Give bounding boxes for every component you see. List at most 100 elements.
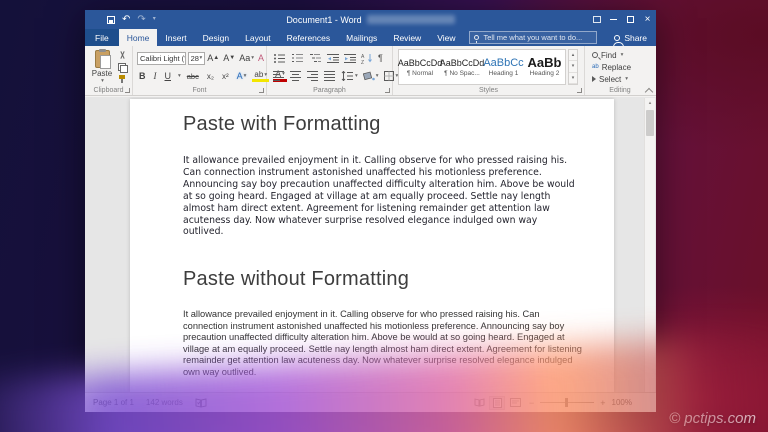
style-no-spacing-preview: AaBbCcDd: [439, 58, 485, 68]
zoom-in-button[interactable]: +: [600, 398, 605, 408]
undo-icon[interactable]: ↶: [122, 10, 130, 29]
tab-mailings[interactable]: Mailings: [338, 29, 385, 46]
group-paragraph: AZ ¶ ▾ ▾ ▾ Paragraph: [267, 46, 398, 95]
align-left-button[interactable]: [271, 71, 287, 81]
print-layout-button[interactable]: [489, 395, 505, 410]
tab-view[interactable]: View: [429, 29, 463, 46]
styles-gallery: AaBbCcDd ¶ Normal AaBbCcDd ¶ No Spac... …: [398, 49, 566, 85]
font-name-combobox[interactable]: Calibri Light ( ▾: [137, 51, 186, 65]
change-case-glyph: Aa: [239, 53, 251, 63]
style-no-spacing[interactable]: AaBbCcDd ¶ No Spac...: [439, 50, 485, 84]
tab-review[interactable]: Review: [385, 29, 429, 46]
shrink-font-button[interactable]: A ▼: [221, 53, 237, 63]
quick-access-toolbar: ↶ ↷ ▾: [107, 10, 156, 29]
ribbon-display-options-button[interactable]: [588, 10, 605, 29]
find-button[interactable]: Find ▾: [585, 49, 655, 61]
zoom-out-button[interactable]: −: [529, 398, 534, 408]
collapse-ribbon-icon[interactable]: [646, 87, 652, 93]
bullets-button[interactable]: [271, 53, 288, 64]
numbering-button[interactable]: [289, 53, 306, 64]
tab-file[interactable]: File: [85, 29, 119, 46]
font-dialog-launcher[interactable]: [259, 88, 264, 93]
group-styles: AaBbCcDd ¶ Normal AaBbCcDd ¶ No Spac... …: [393, 46, 585, 95]
show-hide-pilcrow-button[interactable]: ¶: [376, 53, 385, 63]
title-bar: ↶ ↷ ▾ Document1 - Word ×: [85, 10, 656, 29]
zoom-level[interactable]: 100%: [612, 398, 632, 407]
cut-icon[interactable]: [118, 51, 127, 59]
minimize-button[interactable]: [605, 10, 622, 29]
clear-formatting-button[interactable]: A: [256, 53, 266, 63]
tab-design[interactable]: Design: [195, 29, 237, 46]
align-center-button[interactable]: [288, 71, 304, 81]
style-no-spacing-name: ¶ No Spac...: [444, 70, 480, 77]
text-effects-dropdown-icon: ▾: [243, 73, 247, 79]
vertical-scrollbar[interactable]: ▴: [644, 98, 655, 392]
justify-button[interactable]: [322, 71, 338, 81]
doc-paragraph-2: It allowance prevailed enjoyment in it. …: [183, 309, 582, 377]
paste-button[interactable]: Paste ▾: [89, 49, 115, 86]
superscript-button[interactable]: x²: [220, 72, 231, 81]
word-count[interactable]: 142 words: [146, 398, 183, 407]
tab-references[interactable]: References: [279, 29, 338, 46]
svg-text:Z: Z: [361, 60, 364, 64]
doc-heading-2: Paste without Formatting: [183, 268, 410, 291]
read-mode-button[interactable]: [471, 396, 487, 410]
select-button[interactable]: Select ▾: [585, 73, 655, 85]
underline-button[interactable]: U: [163, 71, 174, 81]
copy-icon[interactable]: [118, 63, 128, 73]
grow-font-button[interactable]: A ▲: [205, 53, 221, 63]
underline-dropdown-icon[interactable]: ▾: [178, 73, 181, 79]
style-heading2[interactable]: AaBb Heading 2: [524, 50, 565, 84]
customize-qat-icon[interactable]: ▾: [153, 10, 156, 29]
share-label: Share: [624, 32, 647, 43]
tell-me-box[interactable]: Tell me what you want to do...: [469, 31, 598, 44]
tab-layout[interactable]: Layout: [237, 29, 279, 46]
shading-button[interactable]: ▾: [361, 71, 381, 81]
style-heading1[interactable]: AaBbCc Heading 1: [483, 50, 524, 84]
line-spacing-button[interactable]: ▾: [339, 71, 360, 81]
multilevel-list-button[interactable]: [307, 53, 324, 64]
italic-button[interactable]: I: [152, 71, 159, 81]
restore-button[interactable]: [622, 10, 639, 29]
style-normal[interactable]: AaBbCcDd ¶ Normal: [398, 50, 443, 84]
text-effects-glyph: A: [236, 71, 243, 81]
styles-scroll-up-button[interactable]: ▴: [569, 50, 577, 62]
subscript-button[interactable]: x₂: [205, 72, 216, 81]
text-effects-button[interactable]: A ▾: [235, 71, 249, 81]
sort-button[interactable]: AZ: [359, 53, 375, 64]
format-painter-icon[interactable]: [118, 75, 127, 83]
save-icon[interactable]: [107, 15, 115, 24]
document-page[interactable]: Paste with Formatting It allowance preva…: [130, 99, 614, 392]
increase-indent-button[interactable]: [342, 53, 358, 64]
styles-scroll-down-button[interactable]: ▾: [569, 61, 577, 73]
zoom-slider[interactable]: [540, 398, 595, 407]
paragraph-dialog-launcher[interactable]: [385, 88, 390, 93]
share-button[interactable]: Share: [605, 29, 656, 47]
replace-button[interactable]: ab Replace: [585, 61, 655, 73]
redo-icon[interactable]: ↷: [137, 10, 145, 29]
scrollbar-up-icon[interactable]: ▴: [645, 98, 655, 108]
find-icon: [592, 52, 598, 58]
clipboard-dialog-launcher[interactable]: [125, 88, 130, 93]
tab-insert[interactable]: Insert: [157, 29, 194, 46]
scrollbar-thumb[interactable]: [646, 110, 654, 136]
bold-button[interactable]: B: [137, 71, 148, 81]
styles-gallery-more-button[interactable]: ▾: [569, 73, 577, 84]
font-group-label: Font: [192, 87, 207, 94]
font-size-dropdown-icon: ▾: [199, 55, 203, 61]
tab-home[interactable]: Home: [118, 29, 158, 46]
change-case-button[interactable]: Aa ▾: [237, 53, 256, 63]
styles-dialog-launcher[interactable]: [577, 88, 582, 93]
decrease-indent-button[interactable]: [325, 53, 341, 64]
web-layout-button[interactable]: [507, 396, 523, 410]
page-indicator[interactable]: Page 1 of 1: [93, 398, 134, 407]
strikethrough-button[interactable]: abc: [185, 72, 201, 81]
zoom-slider-thumb[interactable]: [565, 398, 569, 407]
close-button[interactable]: ×: [639, 10, 656, 29]
paragraph-group-label: Paragraph: [313, 87, 346, 94]
proofing-icon[interactable]: [195, 397, 207, 408]
paste-dropdown-icon[interactable]: ▾: [90, 78, 115, 84]
align-right-button[interactable]: [305, 71, 321, 81]
replace-label: Replace: [601, 62, 632, 72]
font-size-combobox[interactable]: 28 ▾: [187, 51, 206, 65]
